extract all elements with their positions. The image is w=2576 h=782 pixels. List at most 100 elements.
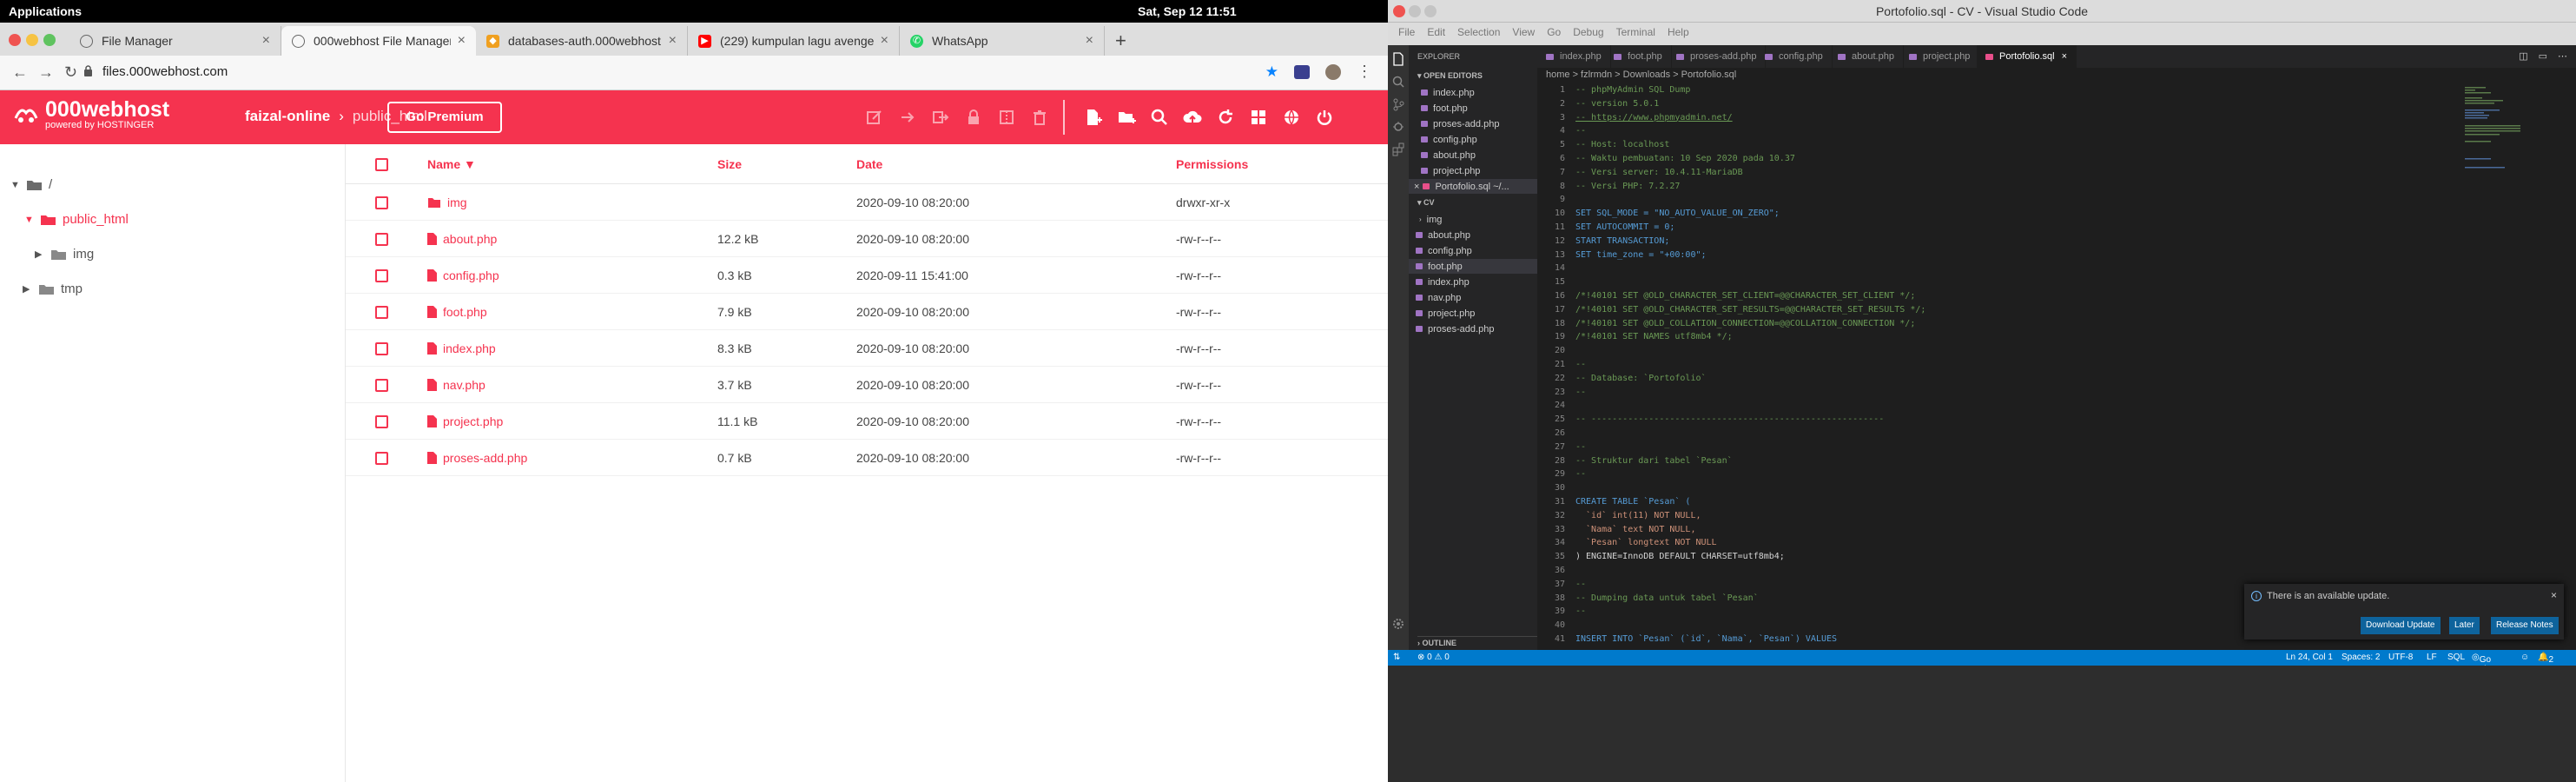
close-icon[interactable]: × bbox=[2551, 589, 2557, 601]
download-update-button[interactable]: Download Update bbox=[2361, 617, 2441, 634]
file-name[interactable]: index.php bbox=[443, 341, 496, 355]
extensions-icon[interactable] bbox=[1388, 139, 1409, 160]
editor-tab[interactable]: index.php bbox=[1537, 45, 1611, 68]
chevron-down-icon[interactable]: ▼ bbox=[10, 180, 26, 190]
file-name[interactable]: foot.php bbox=[443, 305, 487, 319]
grid-view-icon[interactable] bbox=[1242, 106, 1275, 129]
row-checkbox[interactable] bbox=[375, 306, 388, 319]
table-row[interactable]: config.php 0.3 kB 2020-09-11 15:41:00 -r… bbox=[346, 257, 1388, 294]
problems-status[interactable]: ⊗ 0 ⚠ 0 bbox=[1417, 653, 1450, 662]
url-input[interactable]: files.000webhost.com bbox=[102, 64, 228, 79]
table-row[interactable]: foot.php 7.9 kB 2020-09-10 08:20:00 -rw-… bbox=[346, 294, 1388, 330]
encoding-status[interactable]: UTF-8 bbox=[2388, 653, 2413, 662]
explorer-item[interactable]: index.php bbox=[1409, 275, 1537, 289]
open-editors-header[interactable]: ▾ OPEN EDITORS bbox=[1417, 71, 1483, 81]
outline-header[interactable]: › OUTLINE bbox=[1417, 636, 1537, 647]
new-tab-icon[interactable]: + bbox=[1115, 30, 1126, 52]
split-editor-icon[interactable]: ◫ bbox=[2519, 50, 2527, 62]
tab-file-manager[interactable]: File Manager × bbox=[69, 26, 281, 56]
file-name[interactable]: about.php bbox=[443, 232, 497, 246]
menu-help[interactable]: Help bbox=[1668, 26, 1689, 38]
open-editor-item[interactable]: index.php bbox=[1409, 85, 1537, 100]
tree-item-tmp[interactable]: ▶ tmp bbox=[23, 282, 83, 296]
editor-tab[interactable]: proses-add.php bbox=[1668, 45, 1767, 68]
forward-icon[interactable]: → bbox=[38, 63, 54, 82]
menu-view[interactable]: View bbox=[1512, 26, 1535, 38]
search-icon[interactable] bbox=[1388, 71, 1409, 92]
tab-000webhost-file-manager[interactable]: 000webhost File Manager × bbox=[281, 26, 476, 56]
explorer-item[interactable]: foot.php bbox=[1409, 259, 1537, 274]
column-name[interactable]: Name ▼ bbox=[427, 157, 476, 171]
select-all-checkbox[interactable] bbox=[375, 158, 388, 171]
close-icon[interactable]: × bbox=[2062, 51, 2067, 62]
tab-youtube[interactable]: ▶ (229) kumpulan lagu avenged s × bbox=[688, 26, 900, 56]
row-checkbox[interactable] bbox=[375, 342, 388, 355]
back-icon[interactable]: ← bbox=[12, 63, 28, 82]
open-editor-item[interactable]: proses-add.php bbox=[1409, 116, 1537, 131]
explorer-item[interactable]: config.php bbox=[1409, 243, 1537, 258]
rename-icon[interactable] bbox=[924, 106, 957, 129]
explorer-item[interactable]: nav.php bbox=[1409, 290, 1537, 305]
column-permissions[interactable]: Permissions bbox=[1176, 157, 1248, 171]
edit-icon[interactable] bbox=[858, 106, 891, 129]
source-control-icon[interactable] bbox=[1388, 94, 1409, 115]
row-checkbox[interactable] bbox=[375, 269, 388, 282]
editor-tab[interactable]: config.php bbox=[1756, 45, 1833, 68]
file-name[interactable]: img bbox=[447, 196, 467, 209]
table-row[interactable]: project.php 11.1 kB 2020-09-10 08:20:00 … bbox=[346, 403, 1388, 440]
debug-icon[interactable] bbox=[1388, 116, 1409, 137]
applications-menu[interactable]: Applications bbox=[9, 4, 82, 18]
tab-whatsapp[interactable]: ✆ WhatsApp × bbox=[900, 26, 1105, 56]
refresh-icon[interactable] bbox=[1209, 106, 1242, 129]
close-tab-icon[interactable]: × bbox=[1086, 33, 1093, 49]
maximize-window-icon[interactable] bbox=[43, 34, 56, 46]
go-premium-button[interactable]: Go Premium bbox=[387, 102, 502, 133]
cursor-position-status[interactable]: Ln 24, Col 1 bbox=[2286, 653, 2333, 662]
remote-icon[interactable]: ⇅ bbox=[1393, 653, 1400, 662]
row-checkbox[interactable] bbox=[375, 196, 388, 209]
row-checkbox[interactable] bbox=[375, 379, 388, 392]
avatar[interactable] bbox=[1325, 63, 1341, 80]
close-icon[interactable]: × bbox=[1414, 182, 1419, 192]
explorer-item[interactable]: proses-add.php bbox=[1409, 321, 1537, 336]
new-folder-icon[interactable] bbox=[1110, 106, 1143, 129]
menu-edit[interactable]: Edit bbox=[1427, 26, 1445, 38]
release-notes-button[interactable]: Release Notes bbox=[2491, 617, 2559, 634]
chevron-down-icon[interactable]: ▼ bbox=[24, 215, 40, 225]
upload-icon[interactable] bbox=[1176, 106, 1209, 129]
tab-databases-auth[interactable]: ◆ databases-auth.000webhost.c × bbox=[476, 26, 688, 56]
minimap[interactable] bbox=[2465, 85, 2526, 215]
open-editor-item[interactable]: project.php bbox=[1409, 163, 1537, 178]
chevron-right-icon[interactable]: ▶ bbox=[35, 249, 50, 260]
golive-status[interactable]: ◎ Go Live bbox=[2472, 653, 2495, 674]
tree-root[interactable]: ▼ / bbox=[10, 177, 52, 192]
explorer-item[interactable]: › img bbox=[1409, 212, 1537, 227]
archive-icon[interactable] bbox=[990, 106, 1023, 129]
lock-permissions-icon[interactable] bbox=[957, 106, 990, 129]
table-row[interactable]: proses-add.php 0.7 kB 2020-09-10 08:20:0… bbox=[346, 440, 1388, 476]
file-name[interactable]: proses-add.php bbox=[443, 451, 527, 465]
table-row[interactable]: nav.php 3.7 kB 2020-09-10 08:20:00 -rw-r… bbox=[346, 367, 1388, 403]
globe-icon[interactable] bbox=[1275, 106, 1308, 129]
reload-icon[interactable]: ↻ bbox=[64, 63, 77, 82]
row-checkbox[interactable] bbox=[375, 415, 388, 428]
tree-item-img[interactable]: ▶ img bbox=[35, 247, 94, 262]
editor-tab[interactable]: project.php bbox=[1900, 45, 1980, 68]
menu-go[interactable]: Go bbox=[1547, 26, 1561, 38]
close-tab-icon[interactable]: × bbox=[881, 33, 888, 49]
extension-icon[interactable] bbox=[1294, 64, 1310, 79]
files-icon[interactable] bbox=[1388, 49, 1409, 70]
tree-item-public-html[interactable]: ▼ public_html bbox=[24, 212, 129, 227]
layout-icon[interactable]: ▭ bbox=[2539, 50, 2547, 62]
later-button[interactable]: Later bbox=[2449, 617, 2480, 634]
open-editor-item-active[interactable]: × Portofolio.sql ~/... bbox=[1409, 179, 1537, 194]
close-tab-icon[interactable]: × bbox=[669, 33, 677, 49]
indentation-status[interactable]: Spaces: 2 bbox=[2342, 653, 2380, 662]
close-window-icon[interactable] bbox=[9, 34, 21, 46]
explorer-item[interactable]: about.php bbox=[1409, 228, 1537, 242]
row-checkbox[interactable] bbox=[375, 452, 388, 465]
brand-logo[interactable]: 000webhost powered by HOSTINGER bbox=[12, 99, 169, 130]
column-size[interactable]: Size bbox=[717, 157, 742, 171]
editor-tab-active[interactable]: Portofolio.sql × bbox=[1977, 45, 2077, 68]
manage-gear-icon[interactable] bbox=[1388, 613, 1409, 634]
